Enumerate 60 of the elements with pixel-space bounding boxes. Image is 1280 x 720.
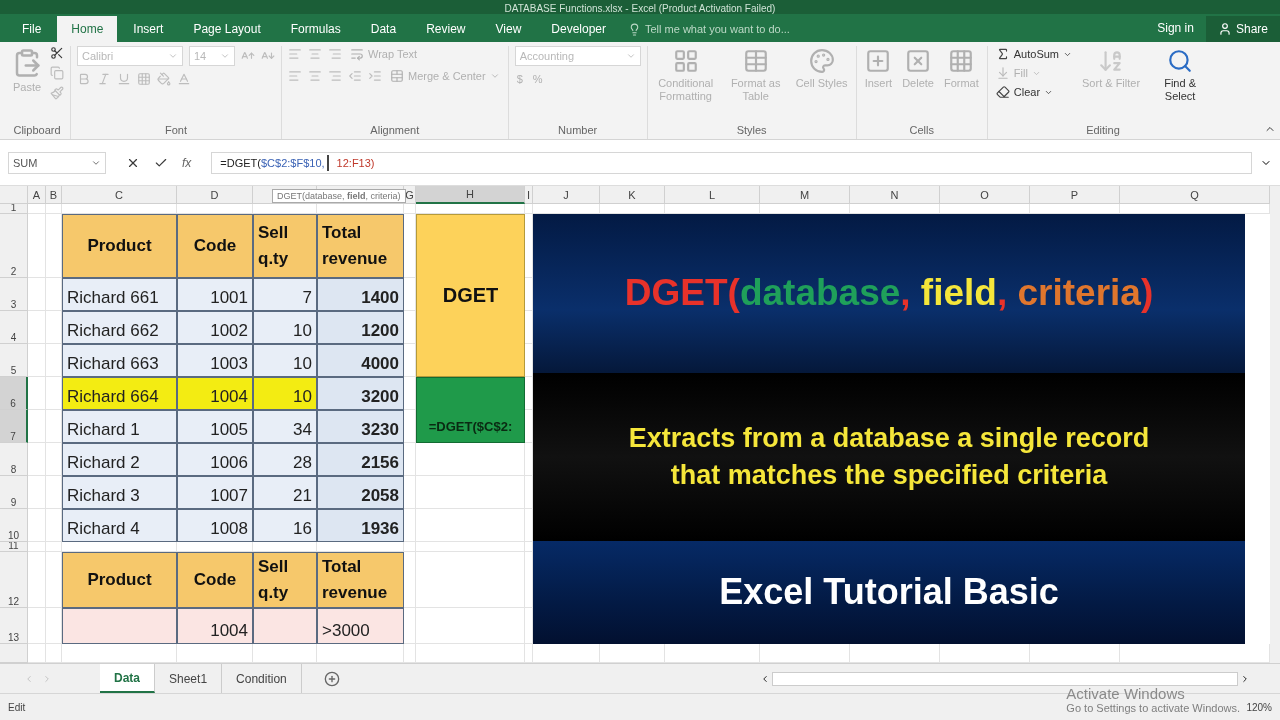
activation-notice: Activate Windows [1066,685,1186,702]
table-cell: 1001 [177,278,253,311]
table-cell: 1200 [317,311,404,344]
table-cell: 3200 [317,377,404,410]
table-cell: 1002 [177,311,253,344]
table-cell: 4000 [317,344,404,377]
table-cell: Richard 661 [62,278,177,311]
banner-description: that matches the specified criteria [670,459,1108,491]
table-cell: 1006 [177,443,253,476]
table-cell: Richard 663 [62,344,177,377]
group-label: Cells [908,124,935,138]
table-cell: 2156 [317,443,404,476]
group-label: Styles [735,124,768,138]
table-cell: 1004 [177,608,253,644]
banner-title: DGET(database, field, criteria) [624,272,1154,315]
status-mode: Edit [8,701,26,713]
header-cell: Sell q.ty [253,552,317,608]
banner-footer: Excel Tutorial Basic [719,571,1059,614]
table-cell: 1004 [177,377,253,410]
group-label: Number [557,124,599,138]
table-cell: 3230 [317,410,404,443]
header-cell: Product [62,552,177,608]
table-cell: Richard 1 [62,410,177,443]
table-cell: 1008 [177,509,253,542]
function-tooltip: DGET(database, field, criteria) [272,189,406,203]
table-cell: 1007 [177,476,253,509]
table-cell: 21 [253,476,317,509]
banner-description: Extracts from a database a single record [628,422,1150,454]
table-cell: 10 [253,311,317,344]
activation-hint: Go to Settings to activate Windows. [1066,702,1240,714]
table-cell: Richard 4 [62,509,177,542]
header-cell: Code [177,214,253,278]
table-cell: 1005 [177,410,253,443]
header-cell: Sell q.ty [253,214,317,278]
table-cell: 10 [253,377,317,410]
group-label: Editing [1085,124,1121,138]
table-cell: >3000 [317,608,404,644]
function-name-cell: DGET [416,214,525,377]
table-cell: Richard 664 [62,377,177,410]
header-cell: Total revenue [317,214,404,278]
group-label: Font [164,124,188,138]
table-cell: 2058 [317,476,404,509]
header-cell: Product [62,214,177,278]
window-title: DATABASE Functions.xlsx - Excel (Product Activation Failed) [504,3,776,14]
table-cell: 1936 [317,509,404,542]
table-cell: 16 [253,509,317,542]
header-cell: Total revenue [317,552,404,608]
table-cell: 34 [253,410,317,443]
table-cell: Richard 662 [62,311,177,344]
zoom-level: 120% [1246,701,1272,713]
table-cell: 1003 [177,344,253,377]
group-label: Alignment [369,124,421,138]
table-cell: Richard 3 [62,476,177,509]
header-cell: Code [177,552,253,608]
table-cell: Richard 2 [62,443,177,476]
table-cell: 28 [253,443,317,476]
group-label: Clipboard [12,124,62,138]
table-cell: 10 [253,344,317,377]
table-cell: 7 [253,278,317,311]
table-cell: 1400 [317,278,404,311]
